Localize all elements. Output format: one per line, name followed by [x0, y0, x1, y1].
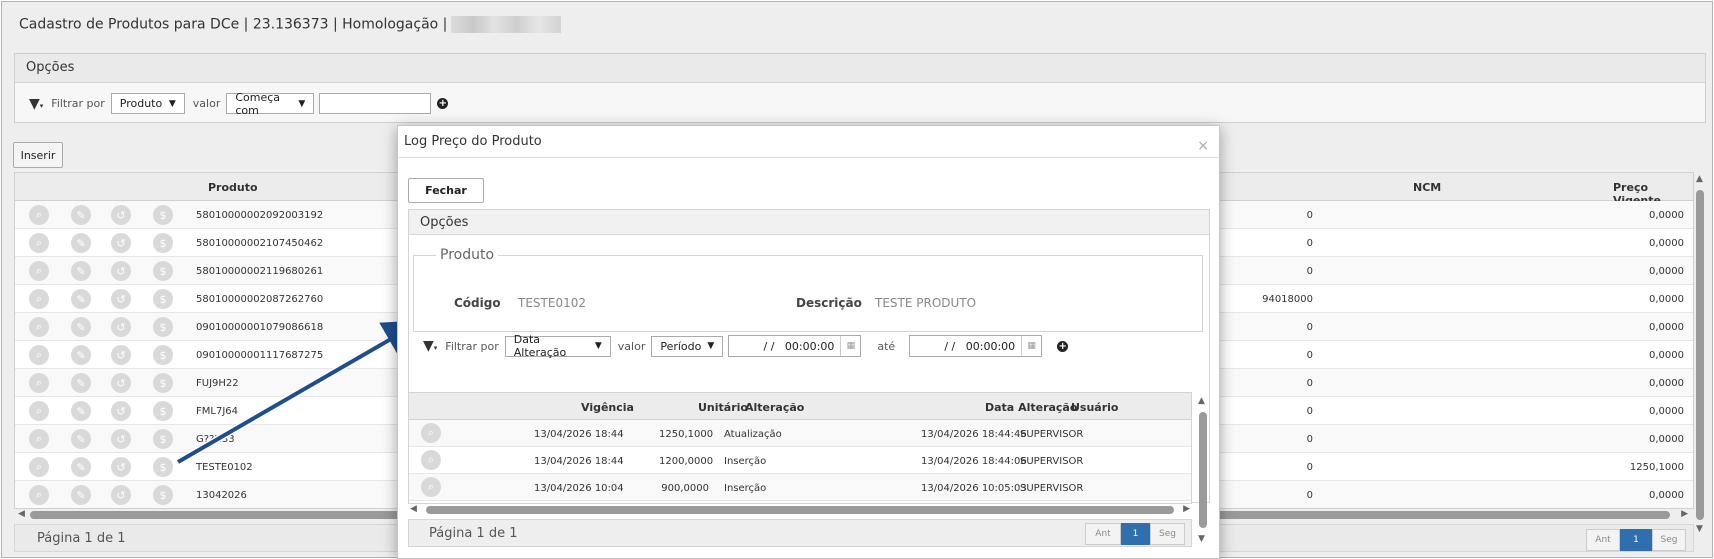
- prev-page-button[interactable]: Ant: [1085, 523, 1121, 545]
- cell-vigencia: 13/04/2026 18:44: [534, 429, 624, 440]
- col-vigencia[interactable]: Vigência: [581, 401, 634, 414]
- modal-filter-field-value: Data Alteração: [513, 333, 567, 359]
- col-unitario[interactable]: Unitário: [698, 401, 748, 414]
- search-icon[interactable]: ⌕: [421, 450, 441, 470]
- modal-options-title: Opções: [409, 210, 1209, 235]
- cell-vigencia: 13/04/2026 18:44: [534, 456, 624, 467]
- table-row[interactable]: ⌕ 13/04/2026 18:44 1250,1000 Atualização 13/…: [409, 420, 1191, 447]
- col-data-alteracao[interactable]: Data Alteração: [985, 401, 1077, 414]
- filter-label: Filtrar por: [445, 339, 499, 353]
- add-filter-icon[interactable]: +: [1057, 340, 1069, 352]
- calendar-icon[interactable]: ▦: [840, 336, 860, 356]
- scroll-up-icon[interactable]: ▲: [1198, 396, 1205, 406]
- filter-icon[interactable]: ▼▾: [423, 338, 437, 354]
- cell-usuario: SUPERVISOR: [1020, 456, 1084, 467]
- cell-alteracao: Inserção: [724, 456, 767, 467]
- date-from-value: / / 00:00:00: [763, 339, 835, 353]
- scroll-thumb[interactable]: [1199, 412, 1207, 528]
- code-label: Código: [454, 296, 501, 310]
- log-pager: Página 1 de 1 Ant 1 Seg: [408, 519, 1192, 547]
- cell-alteracao: Atualização: [724, 429, 782, 440]
- log-horizontal-scrollbar[interactable]: ◀ ▶: [410, 504, 1190, 516]
- cell-unitario: 900,0000: [661, 483, 709, 494]
- cell-usuario: SUPERVISOR: [1020, 429, 1084, 440]
- modal-title: Log Preço do Produto: [398, 126, 1219, 158]
- date-from-input[interactable]: / / 00:00:00 ▦: [728, 335, 862, 357]
- close-icon[interactable]: ×: [1197, 138, 1209, 154]
- close-button[interactable]: Fechar: [408, 178, 484, 203]
- cell-data-alteracao: 13/04/2026 10:05:03: [921, 483, 1027, 494]
- scroll-thumb[interactable]: [426, 506, 1174, 514]
- product-legend: Produto: [436, 247, 499, 263]
- log-grid-header: Vigência Unitário Alteração Data Alteraç…: [409, 393, 1191, 420]
- cell-data-alteracao: 13/04/2026 18:44:46: [921, 429, 1027, 440]
- cell-alteracao: Inserção: [724, 483, 767, 494]
- price-log-modal: Log Preço do Produto × Fechar Opções Pro…: [397, 125, 1220, 559]
- desc-label: Descrição: [796, 296, 862, 310]
- cell-unitario: 1200,0000: [659, 456, 714, 467]
- cell-data-alteracao: 13/04/2026 18:44:06: [921, 456, 1027, 467]
- pager-text: Página 1 de 1: [429, 526, 518, 541]
- modal-value-op-value: Período: [660, 339, 702, 353]
- modal-value-op-select[interactable]: Período ▼: [651, 335, 724, 357]
- cell-unitario: 1250,1000: [659, 429, 714, 440]
- log-vertical-scrollbar[interactable]: ▲ ▼: [1197, 396, 1209, 544]
- chevron-down-icon: ▼: [707, 341, 715, 351]
- scroll-down-icon[interactable]: ▼: [1198, 534, 1205, 544]
- scroll-right-icon[interactable]: ▶: [1183, 504, 1190, 514]
- col-usuario[interactable]: Usuário: [1071, 401, 1119, 414]
- price-log-grid: Vigência Unitário Alteração Data Alteraç…: [408, 392, 1192, 504]
- modal-filter-field-select[interactable]: Data Alteração ▼: [504, 333, 611, 359]
- scroll-left-icon[interactable]: ◀: [410, 504, 417, 514]
- table-row[interactable]: ⌕ 13/04/2026 10:04 900,0000 Inserção 13/04/2…: [409, 474, 1191, 501]
- cell-vigencia: 13/04/2026 10:04: [534, 483, 624, 494]
- modal-filter-row: ▼▾ Filtrar por Data Alteração ▼ valor Per…: [423, 333, 1069, 359]
- col-alteracao[interactable]: Alteração: [745, 401, 804, 414]
- pagination: Ant 1 Seg: [1085, 523, 1185, 545]
- desc-value: TESTE PRODUTO: [875, 296, 977, 310]
- code-value: TESTE0102: [518, 296, 586, 310]
- search-icon[interactable]: ⌕: [421, 423, 441, 443]
- next-page-button[interactable]: Seg: [1150, 523, 1185, 545]
- search-icon[interactable]: ⌕: [421, 477, 441, 497]
- date-to-input[interactable]: / / 00:00:00 ▦: [909, 335, 1043, 357]
- chevron-down-icon: ▼: [594, 341, 602, 351]
- product-fieldset: Produto Código TESTE0102 Descrição TESTE…: [413, 247, 1203, 332]
- value-label: valor: [617, 339, 646, 353]
- page-1-button[interactable]: 1: [1121, 523, 1150, 545]
- cell-usuario: SUPERVISOR: [1020, 483, 1084, 494]
- calendar-icon[interactable]: ▦: [1021, 336, 1041, 356]
- table-row[interactable]: ⌕ 13/04/2026 18:44 1200,0000 Inserção 13/04/…: [409, 447, 1191, 474]
- date-to-value: / / 00:00:00: [944, 339, 1016, 353]
- until-label: até: [877, 339, 896, 353]
